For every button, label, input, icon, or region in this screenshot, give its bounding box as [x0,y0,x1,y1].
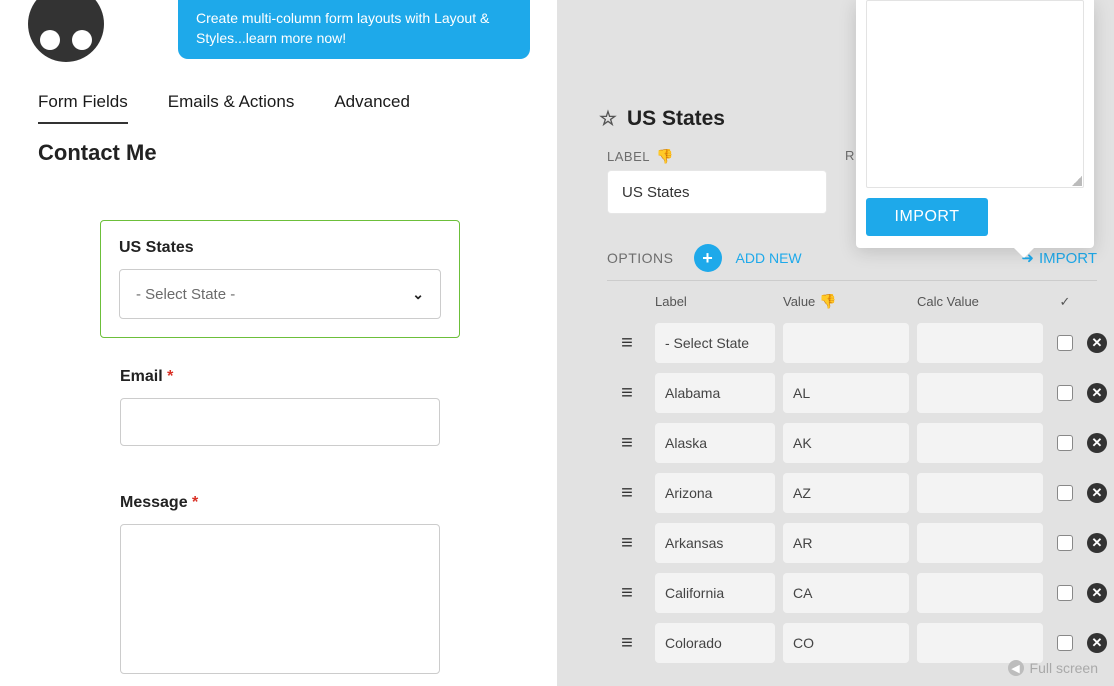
drag-handle-icon[interactable]: ≡ [607,632,647,655]
option-row: ≡- Select State✕ [607,318,1097,368]
drawer-title-row: ☆ US States [599,106,725,131]
drag-handle-icon[interactable]: ≡ [607,532,647,555]
fullscreen-icon: ◀ [1008,660,1024,676]
option-value-input[interactable]: AK [783,423,909,463]
popup-arrow-icon [1014,248,1034,258]
option-row: ≡ArkansasAR✕ [607,518,1097,568]
option-default-checkbox[interactable] [1057,435,1073,451]
import-link-text: IMPORT [1039,250,1097,267]
delete-option-button[interactable]: ✕ [1087,583,1107,603]
us-states-select[interactable]: - Select State - ⌄ [119,269,441,319]
fullscreen-toggle[interactable]: ◀ Full screen [1008,660,1098,676]
required-asterisk: * [167,368,173,385]
thumbs-down-icon[interactable]: 👎 [656,148,674,165]
label-caption-text: LABEL [607,149,650,164]
drag-handle-icon[interactable]: ≡ [607,382,647,405]
col-label: Label [655,294,775,309]
option-calc-input[interactable] [917,423,1043,463]
delete-option-button[interactable]: ✕ [1087,533,1107,553]
option-label-input[interactable]: California [655,573,775,613]
option-default-checkbox[interactable] [1057,585,1073,601]
option-calc-input[interactable] [917,373,1043,413]
option-default-checkbox[interactable] [1057,385,1073,401]
fullscreen-label: Full screen [1030,660,1098,676]
required-asterisk: * [192,494,198,511]
option-label-input[interactable]: Arkansas [655,523,775,563]
option-value-input[interactable]: AL [783,373,909,413]
delete-option-button[interactable]: ✕ [1087,633,1107,653]
delete-option-button[interactable]: ✕ [1087,483,1107,503]
drag-handle-icon[interactable]: ≡ [607,432,647,455]
tab-form-fields[interactable]: Form Fields [38,92,128,124]
option-default-checkbox[interactable] [1057,335,1073,351]
option-value-input[interactable] [783,323,909,363]
option-row: ≡AlaskaAK✕ [607,418,1097,468]
option-calc-input[interactable] [917,323,1043,363]
option-label-input[interactable]: Alaska [655,423,775,463]
field-email-label: Email * [120,368,480,386]
r-caption: R [845,148,854,163]
import-button[interactable]: IMPORT [866,198,988,236]
chevron-down-icon: ⌄ [412,286,424,303]
message-textarea[interactable] [120,524,440,674]
option-default-checkbox[interactable] [1057,635,1073,651]
form-title: Contact Me [38,140,157,166]
option-value-input[interactable]: CO [783,623,909,663]
message-label-text: Message [120,494,192,511]
option-label-input[interactable]: - Select State [655,323,775,363]
col-check: ✓ [1051,294,1079,310]
option-row: ≡ArizonaAZ✕ [607,468,1097,518]
option-value-input[interactable]: AR [783,523,909,563]
star-icon[interactable]: ☆ [599,106,617,131]
field-message[interactable]: Message * [120,494,480,674]
delete-option-button[interactable]: ✕ [1087,383,1107,403]
option-label-input[interactable]: Alabama [655,373,775,413]
field-us-states[interactable]: US States - Select State - ⌄ [100,220,460,338]
email-label-text: Email [120,368,167,385]
add-new-link[interactable]: ADD NEW [736,250,802,266]
option-row: ≡CaliforniaCA✕ [607,568,1097,618]
drag-handle-icon[interactable]: ≡ [607,482,647,505]
thumbs-down-icon[interactable]: 👎 [819,293,836,310]
field-email[interactable]: Email * [120,368,480,446]
option-calc-input[interactable] [917,623,1043,663]
option-row: ≡AlabamaAL✕ [607,368,1097,418]
ninja-logo-icon [28,0,104,62]
drag-handle-icon[interactable]: ≡ [607,332,647,355]
promo-banner[interactable]: Create multi-column form layouts with La… [178,0,530,59]
option-default-checkbox[interactable] [1057,485,1073,501]
field-us-states-label: US States [119,239,441,257]
import-popup: IMPORT [856,0,1094,248]
tab-advanced[interactable]: Advanced [334,92,410,124]
option-calc-input[interactable] [917,473,1043,513]
form-tabs: Form Fields Emails & Actions Advanced [38,92,410,124]
tab-emails-actions[interactable]: Emails & Actions [168,92,295,124]
option-value-input[interactable]: AZ [783,473,909,513]
options-table: Label Value 👎 Calc Value ✓ ≡ - Select Sta… [607,280,1097,668]
add-option-button[interactable]: + [694,244,722,272]
option-value-input[interactable]: CA [783,573,909,613]
drag-handle-icon[interactable]: ≡ [607,582,647,605]
import-textarea[interactable] [866,0,1084,188]
option-calc-input[interactable] [917,523,1043,563]
resize-handle-icon[interactable] [1072,176,1082,186]
email-input[interactable] [120,398,440,446]
label-caption: LABEL 👎 [607,148,674,165]
option-default-checkbox[interactable] [1057,535,1073,551]
delete-option-button[interactable]: ✕ [1087,333,1107,353]
label-input[interactable]: US States [607,170,827,214]
col-calc-value: Calc Value [917,294,1043,309]
option-calc-input[interactable] [917,573,1043,613]
options-caption: OPTIONS [607,250,674,266]
col-value: Value [783,294,815,309]
option-label-input[interactable]: Arizona [655,473,775,513]
field-message-label: Message * [120,494,480,512]
option-label-input[interactable]: Colorado [655,623,775,663]
drawer-title: US States [627,107,725,131]
delete-option-button[interactable]: ✕ [1087,433,1107,453]
us-states-placeholder: - Select State - [136,286,235,303]
